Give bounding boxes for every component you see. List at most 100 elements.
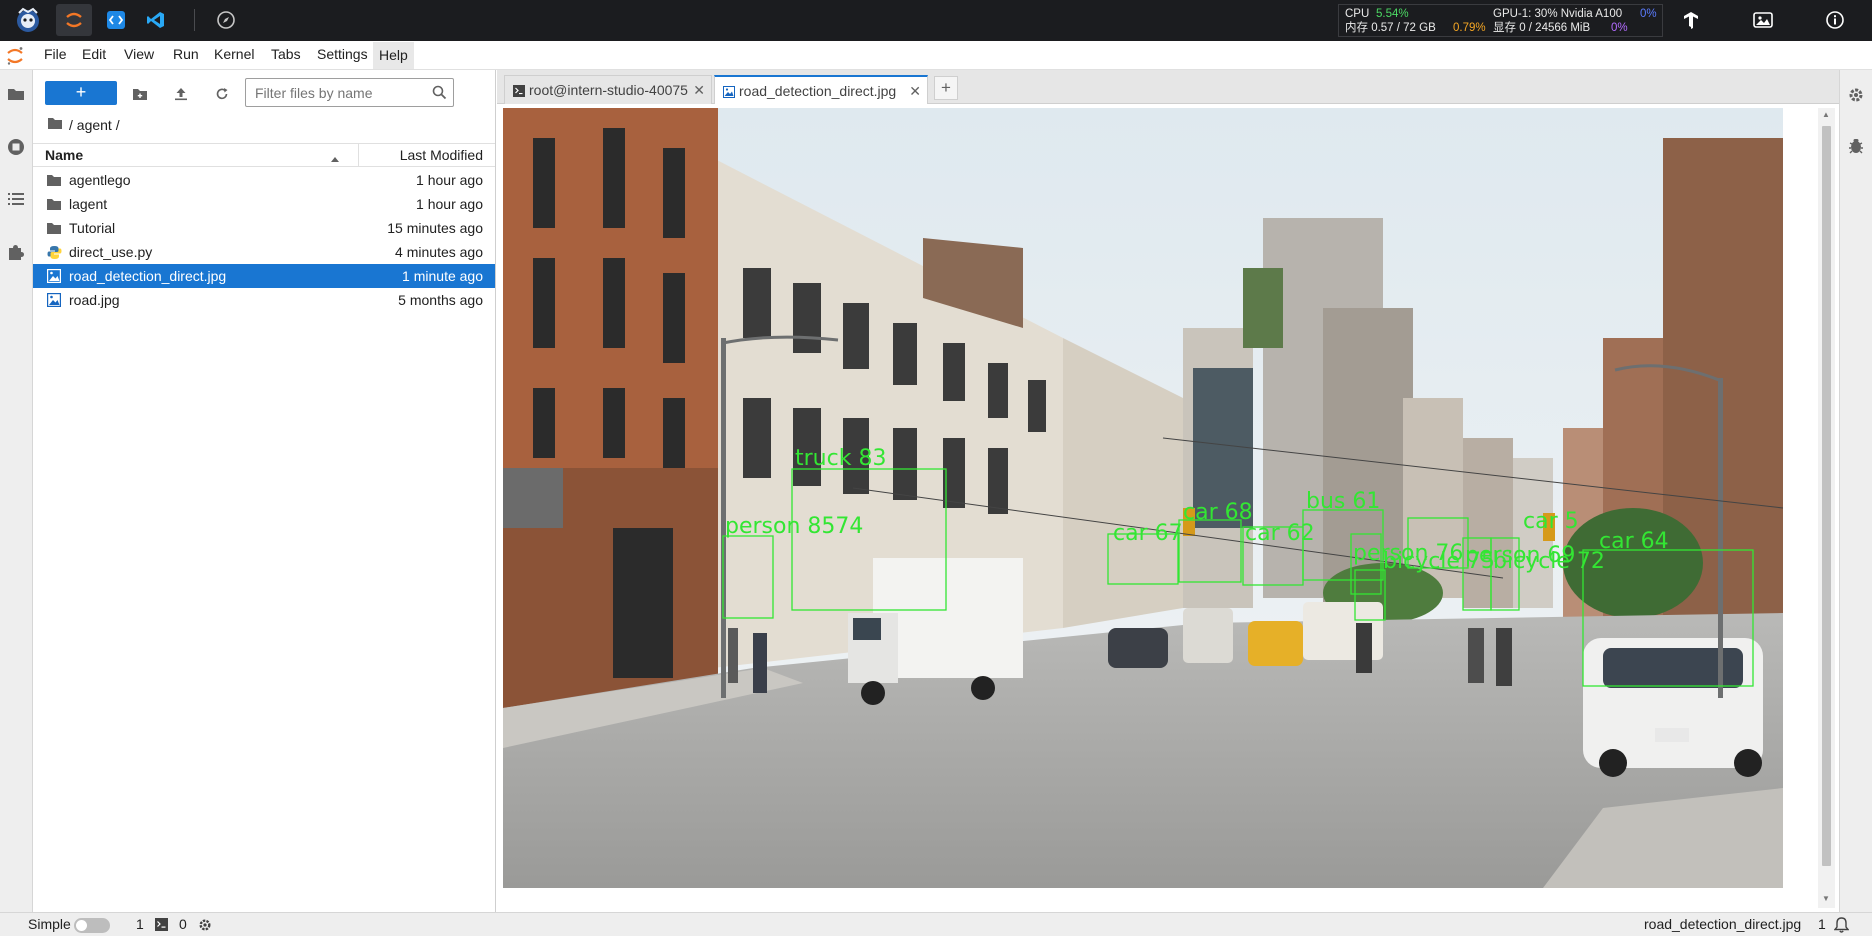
file-list-item[interactable]: lagent 1 hour ago — [33, 192, 495, 216]
breadcrumb-path[interactable]: / agent / — [69, 117, 120, 133]
tab-terminal[interactable]: root@intern-studio-40075 ✕ — [504, 75, 712, 104]
menu-bar: File Edit View Run Kernel Tabs Settings … — [0, 41, 1872, 70]
file-name: Tutorial — [69, 220, 116, 236]
column-header-name[interactable]: Name — [45, 147, 83, 163]
simple-mode-label: Simple — [28, 916, 71, 932]
terminals-count[interactable]: 1 — [136, 916, 144, 932]
folder-icon[interactable] — [4, 82, 28, 106]
folder-icon — [46, 196, 62, 212]
menu-run[interactable]: Run — [171, 46, 201, 62]
close-icon[interactable]: ✕ — [693, 82, 705, 99]
terminal-status-icon[interactable] — [155, 918, 168, 934]
bell-icon[interactable] — [1833, 917, 1850, 936]
scrollbar-thumb[interactable] — [1822, 126, 1831, 866]
image-file-icon — [46, 268, 62, 284]
close-icon[interactable]: ✕ — [909, 83, 921, 100]
upload-icon[interactable] — [170, 83, 192, 105]
filter-files-field[interactable] — [245, 78, 454, 107]
image-viewer-icon[interactable] — [1750, 8, 1776, 32]
file-list-header: Name Last Modified — [33, 143, 495, 167]
menu-help[interactable]: Help — [373, 42, 414, 69]
home-folder-icon[interactable] — [47, 117, 63, 133]
breadcrumb: / agent / — [47, 116, 120, 134]
file-list-item[interactable]: road_detection_direct.jpg 1 minute ago — [33, 264, 495, 288]
file-list-item[interactable]: Tutorial 15 minutes ago — [33, 216, 495, 240]
detection-label: car 68 — [1183, 500, 1253, 525]
status-bar: Simple 1 0 road_detection_direct.jpg 1 — [0, 912, 1872, 936]
code-app-icon[interactable] — [98, 4, 134, 36]
kernel-gear-icon[interactable] — [198, 918, 212, 935]
debugger-bug-icon[interactable] — [1846, 136, 1866, 156]
main-dock-area: root@intern-studio-40075 ✕ road_detectio… — [497, 70, 1839, 912]
jupyter-app-icon[interactable] — [56, 4, 92, 36]
menu-file[interactable]: File — [42, 46, 69, 62]
resource-stats-panel: CPU 5.54% GPU-1: 30% Nvidia A100 0% 内存 0… — [1338, 4, 1663, 37]
extension-manager-icon[interactable] — [4, 240, 28, 264]
refresh-icon[interactable] — [211, 83, 233, 105]
cpu-value: 5.54% — [1376, 8, 1409, 20]
road-detection-image: truck 83 person 8574 car 67 car 68 car 6… — [503, 108, 1783, 888]
table-of-contents-icon[interactable] — [4, 187, 28, 211]
file-list-item[interactable]: direct_use.py 4 minutes ago — [33, 240, 495, 264]
kernels-count[interactable]: 0 — [179, 916, 187, 932]
detection-label: car 5 — [1523, 509, 1579, 534]
jupyter-logo-icon — [6, 46, 24, 69]
file-modified: 4 minutes ago — [395, 244, 483, 260]
menu-view[interactable]: View — [122, 46, 156, 62]
file-name: lagent — [69, 196, 108, 212]
detection-label: bicycle 72 — [1493, 549, 1605, 574]
tab-label: road_detection_direct.jpg — [739, 83, 897, 99]
scroll-up-icon[interactable]: ▲ — [1822, 110, 1830, 119]
current-file-name: road_detection_direct.jpg — [1644, 916, 1802, 932]
file-modified: 15 minutes ago — [387, 220, 483, 236]
new-launcher-button[interactable]: + — [45, 81, 117, 105]
top-bar: CPU 5.54% GPU-1: 30% Nvidia A100 0% 内存 0… — [0, 0, 1872, 41]
left-sidebar-strip — [0, 70, 33, 912]
add-tab-button[interactable]: + — [934, 76, 958, 100]
file-name: direct_use.py — [69, 244, 153, 260]
file-modified: 1 hour ago — [416, 196, 483, 212]
info-icon[interactable] — [1822, 8, 1848, 32]
sort-ascending-icon[interactable] — [330, 150, 340, 166]
notifications-count[interactable]: 1 — [1818, 916, 1826, 932]
file-list-item[interactable]: agentlego 1 hour ago — [33, 168, 495, 192]
intern-studio-logo-icon[interactable] — [10, 4, 46, 36]
scroll-down-icon[interactable]: ▼ — [1822, 894, 1830, 903]
tab-bar: root@intern-studio-40075 ✕ road_detectio… — [497, 70, 1839, 105]
menu-settings[interactable]: Settings — [315, 46, 370, 62]
column-divider — [358, 144, 359, 166]
street-scene-illustration: truck 83 person 8574 car 67 car 68 car 6… — [503, 108, 1783, 888]
memory-value: 0.79% — [1453, 22, 1486, 34]
property-inspector-gear-icon[interactable] — [1846, 85, 1866, 105]
file-browser-panel: + / agent / Name Last Modified agentlego… — [33, 70, 496, 912]
detection-label: person 8574 — [725, 514, 863, 539]
file-list-item[interactable]: road.jpg 5 months ago — [33, 288, 495, 312]
detection-label: car 62 — [1245, 521, 1315, 546]
column-header-last-modified[interactable]: Last Modified — [400, 147, 483, 163]
search-icon — [432, 85, 447, 103]
tab-label: root@intern-studio-40075 — [529, 82, 688, 98]
file-name: agentlego — [69, 172, 131, 188]
file-name: road.jpg — [69, 292, 120, 308]
tensorflow-icon[interactable] — [1678, 8, 1704, 32]
folder-icon — [46, 172, 62, 188]
detection-label: car 64 — [1599, 529, 1669, 554]
python-file-icon — [46, 244, 62, 260]
menu-kernel[interactable]: Kernel — [212, 46, 256, 62]
image-viewer[interactable]: truck 83 person 8574 car 67 car 68 car 6… — [497, 104, 1839, 912]
vram-value: 0% — [1611, 22, 1628, 34]
image-icon — [723, 85, 735, 101]
right-sidebar-strip — [1839, 70, 1872, 912]
compass-app-icon[interactable] — [208, 4, 244, 36]
vscode-app-icon[interactable] — [138, 4, 174, 36]
filter-files-input[interactable] — [255, 84, 425, 102]
menu-edit[interactable]: Edit — [80, 46, 108, 62]
new-folder-icon[interactable] — [129, 83, 151, 105]
cpu-label: CPU — [1345, 8, 1370, 20]
running-kernels-icon[interactable] — [4, 135, 28, 159]
menu-tabs[interactable]: Tabs — [269, 46, 303, 62]
vertical-scrollbar[interactable]: ▲ ▼ — [1818, 108, 1835, 908]
tab-image[interactable]: road_detection_direct.jpg ✕ — [714, 75, 928, 105]
simple-mode-toggle[interactable] — [74, 918, 110, 933]
detection-label: car 67 — [1113, 521, 1183, 546]
